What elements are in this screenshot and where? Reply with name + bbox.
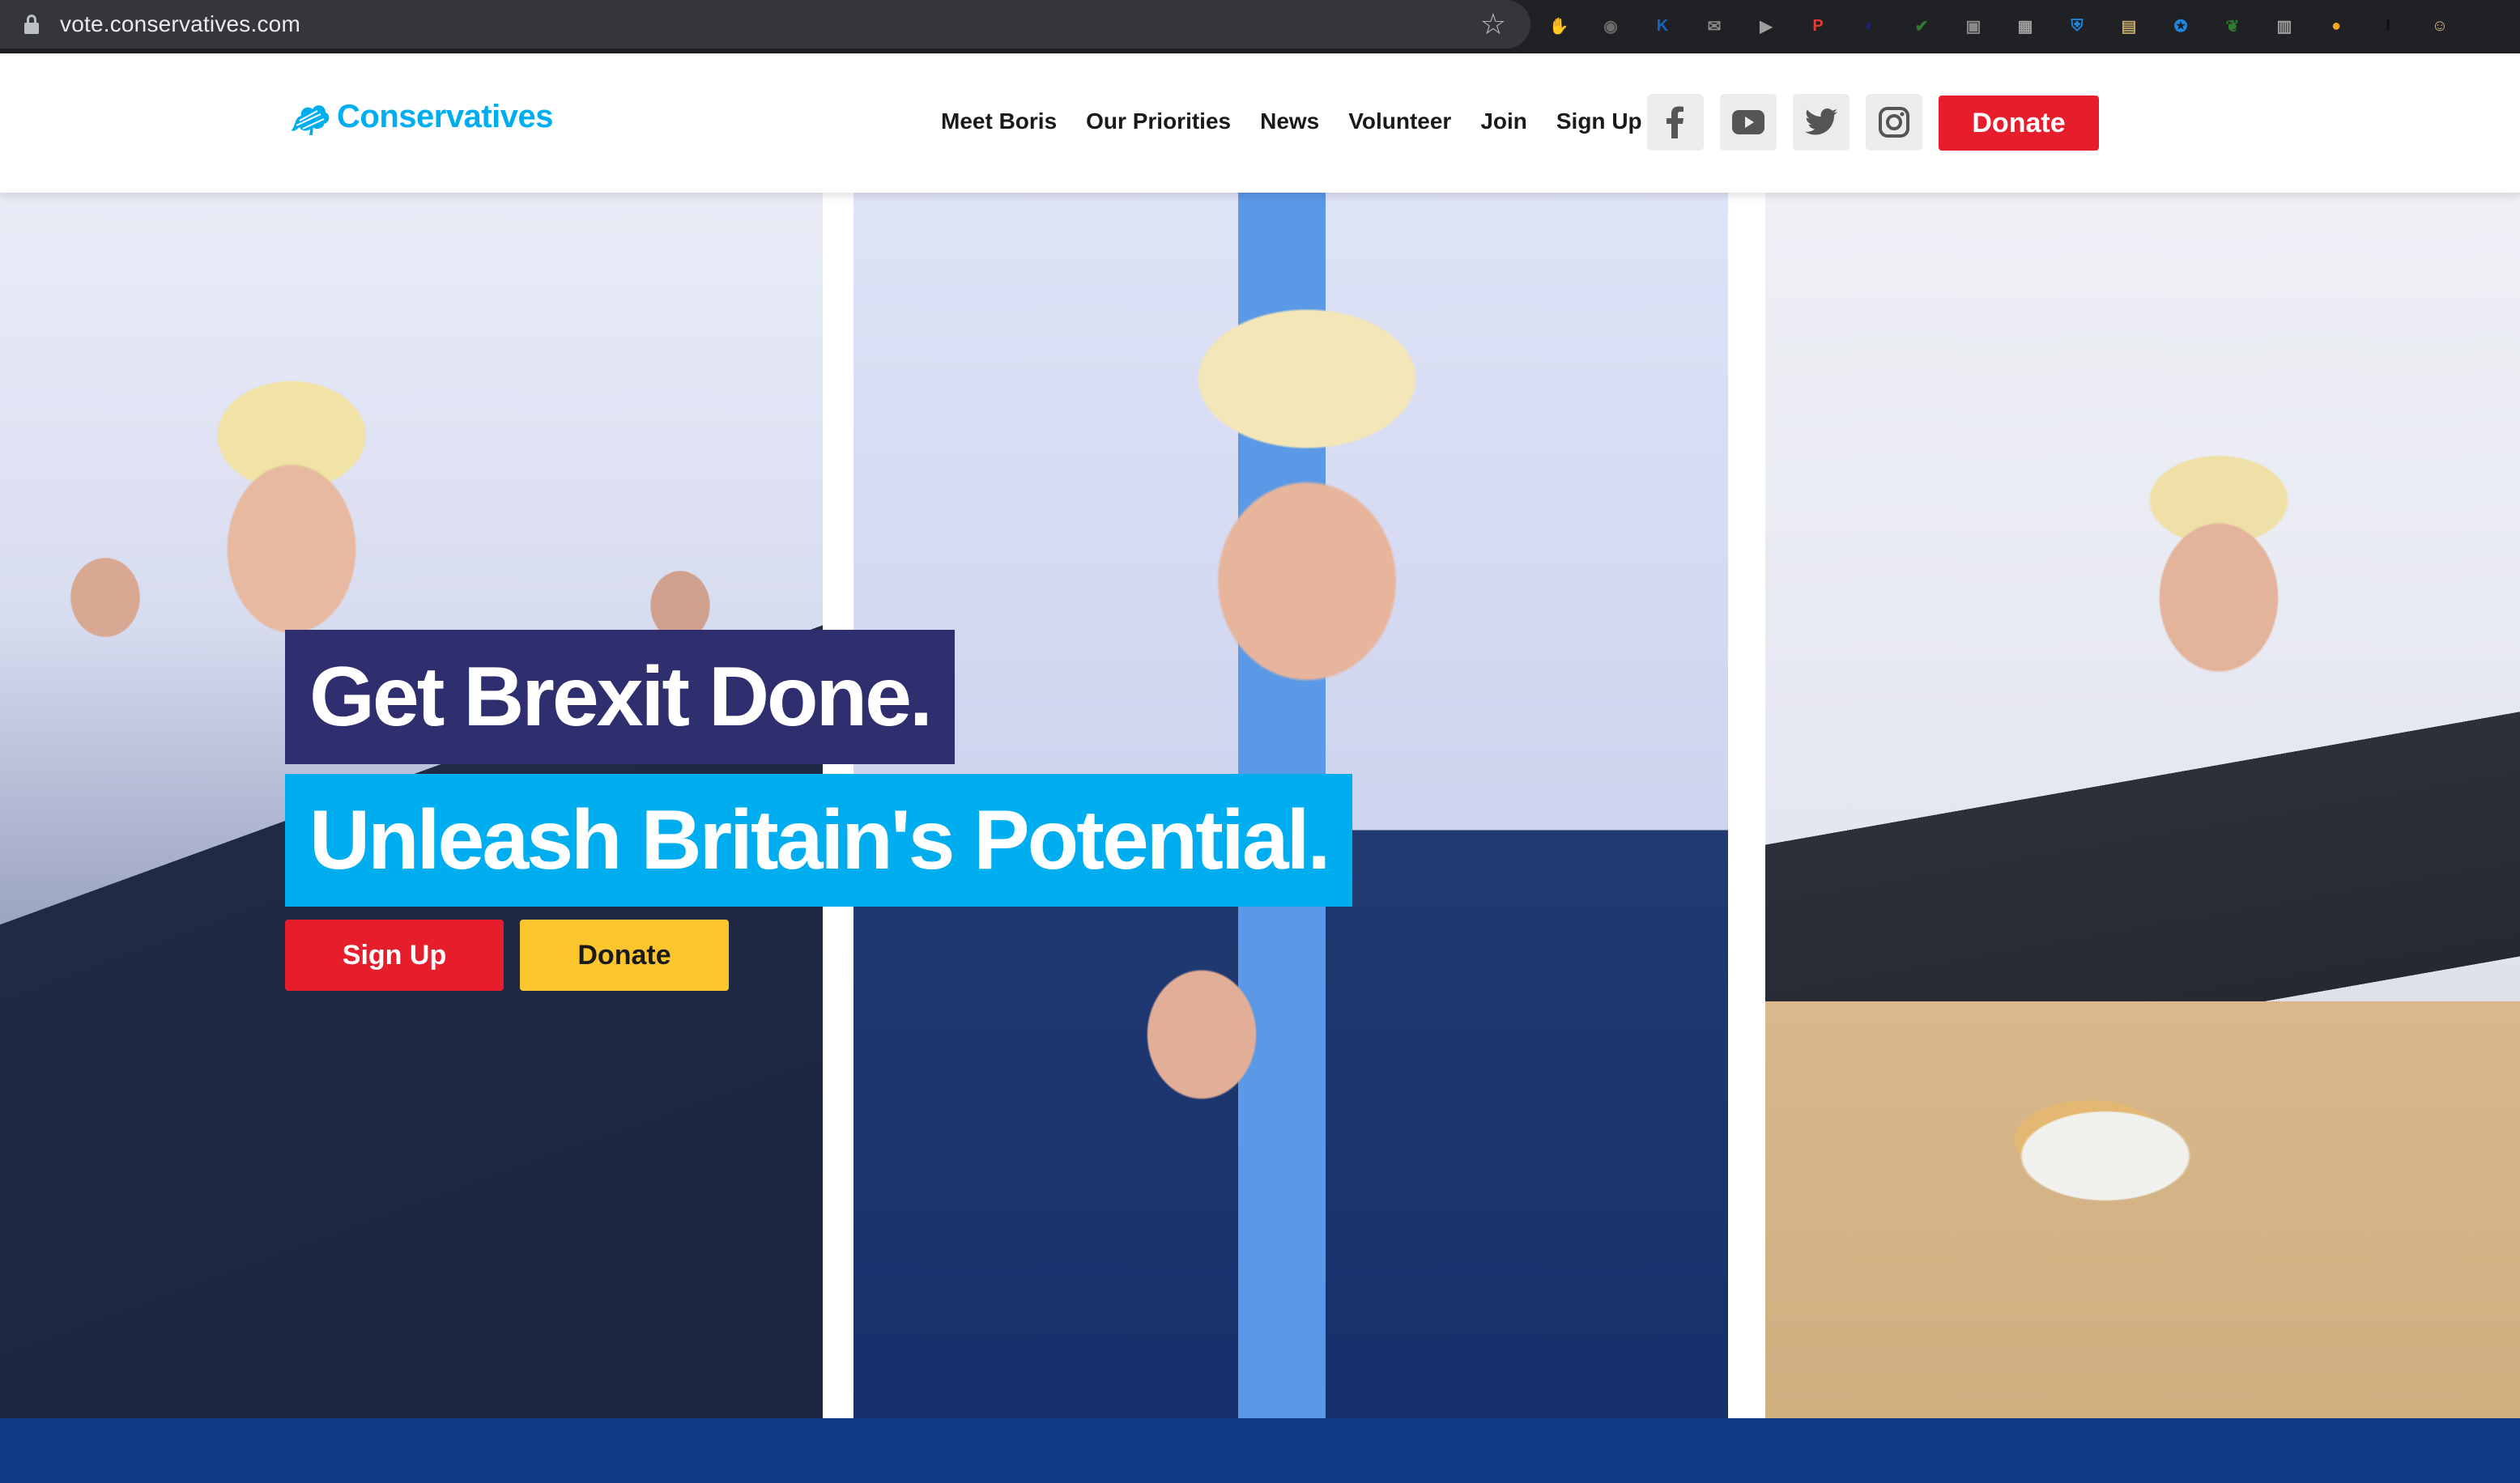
leaf-icon[interactable]: ❦	[2219, 12, 2246, 40]
shield-icon[interactable]: ⛨	[2063, 12, 2091, 40]
profile-avatar-icon[interactable]: ☺	[2426, 12, 2454, 40]
hero-donate-button[interactable]: Donate	[520, 920, 729, 991]
hero-sign-up-button[interactable]: Sign Up	[285, 920, 504, 991]
nav-item-meet-boris[interactable]: Meet Boris	[941, 108, 1057, 134]
youtube-icon[interactable]	[1720, 94, 1777, 151]
extensions-bar: ✋ ◉ K ✉ ▶ P ◐ ✔ ▣ ▦ ⛨ ▤ ✪ ❦ ▥ ● I ☺	[1545, 10, 2478, 42]
headline-1-text: Get Brexit Done.	[309, 649, 933, 744]
headline-unleash-potential: Unleash Britain's Potential.	[285, 774, 1353, 907]
url-text[interactable]: vote.conservatives.com	[60, 11, 300, 37]
logo-text: Conservatives	[337, 99, 553, 134]
hero-section: Get Brexit Done. Unleash Britain's Poten…	[0, 193, 2520, 1418]
site-header: Conservatives Meet Boris Our Priorities …	[0, 53, 2520, 193]
screen-icon[interactable]: ▣	[1960, 12, 1987, 40]
calendar-icon[interactable]: ▦	[2011, 12, 2039, 40]
header-donate-button[interactable]: Donate	[1939, 96, 2099, 151]
check-icon[interactable]: ✔	[1908, 12, 1935, 40]
facebook-icon[interactable]	[1647, 94, 1704, 151]
camera-icon[interactable]: ◉	[1597, 12, 1624, 40]
nav-item-volunteer[interactable]: Volunteer	[1348, 108, 1451, 134]
main-nav: Meet Boris Our Priorities News Volunteer…	[941, 108, 1671, 134]
tree-logo-icon	[292, 104, 330, 135]
nav-item-news[interactable]: News	[1260, 108, 1319, 134]
browser-toolbar: vote.conservatives.com ☆ ✋ ◉ K ✉ ▶ P ◐ ✔ ▣ ▦ ⛨ ▤ ✪ ❦ ▥…	[0, 0, 2520, 53]
play-icon[interactable]: ▶	[1752, 12, 1780, 40]
kindle-icon[interactable]: K	[1649, 12, 1676, 40]
lock-icon[interactable]	[24, 15, 39, 34]
pdf-icon[interactable]: P	[1804, 12, 1832, 40]
bottom-band	[0, 1418, 2520, 1483]
nav-item-join[interactable]: Join	[1480, 108, 1527, 134]
headline-2-text: Unleash Britain's Potential.	[309, 792, 1330, 887]
clipboard-icon[interactable]: ▥	[2271, 12, 2298, 40]
search-ext-icon[interactable]: ◐	[1856, 12, 1884, 40]
nav-item-our-priorities[interactable]: Our Priorities	[1086, 108, 1231, 134]
address-bar[interactable]: vote.conservatives.com ☆	[0, 0, 1530, 49]
twitter-icon[interactable]	[1793, 94, 1850, 151]
notification-icon[interactable]: ●	[2322, 12, 2350, 40]
instagram-icon[interactable]	[1866, 94, 1922, 151]
hero-photo-right	[1765, 193, 2520, 1418]
bookmark-star-icon[interactable]: ☆	[1480, 8, 1506, 40]
headline-get-brexit-done: Get Brexit Done.	[285, 630, 955, 764]
compass-icon[interactable]: ✪	[2167, 12, 2194, 40]
conservatives-logo[interactable]: Conservatives	[288, 99, 553, 135]
nav-item-sign-up[interactable]: Sign Up	[1556, 108, 1642, 134]
notes-icon[interactable]: ▤	[2115, 12, 2143, 40]
mail-icon[interactable]: ✉	[1701, 12, 1728, 40]
instapaper-icon[interactable]: I	[2374, 12, 2402, 40]
adblock-icon[interactable]: ✋	[1545, 12, 1573, 40]
